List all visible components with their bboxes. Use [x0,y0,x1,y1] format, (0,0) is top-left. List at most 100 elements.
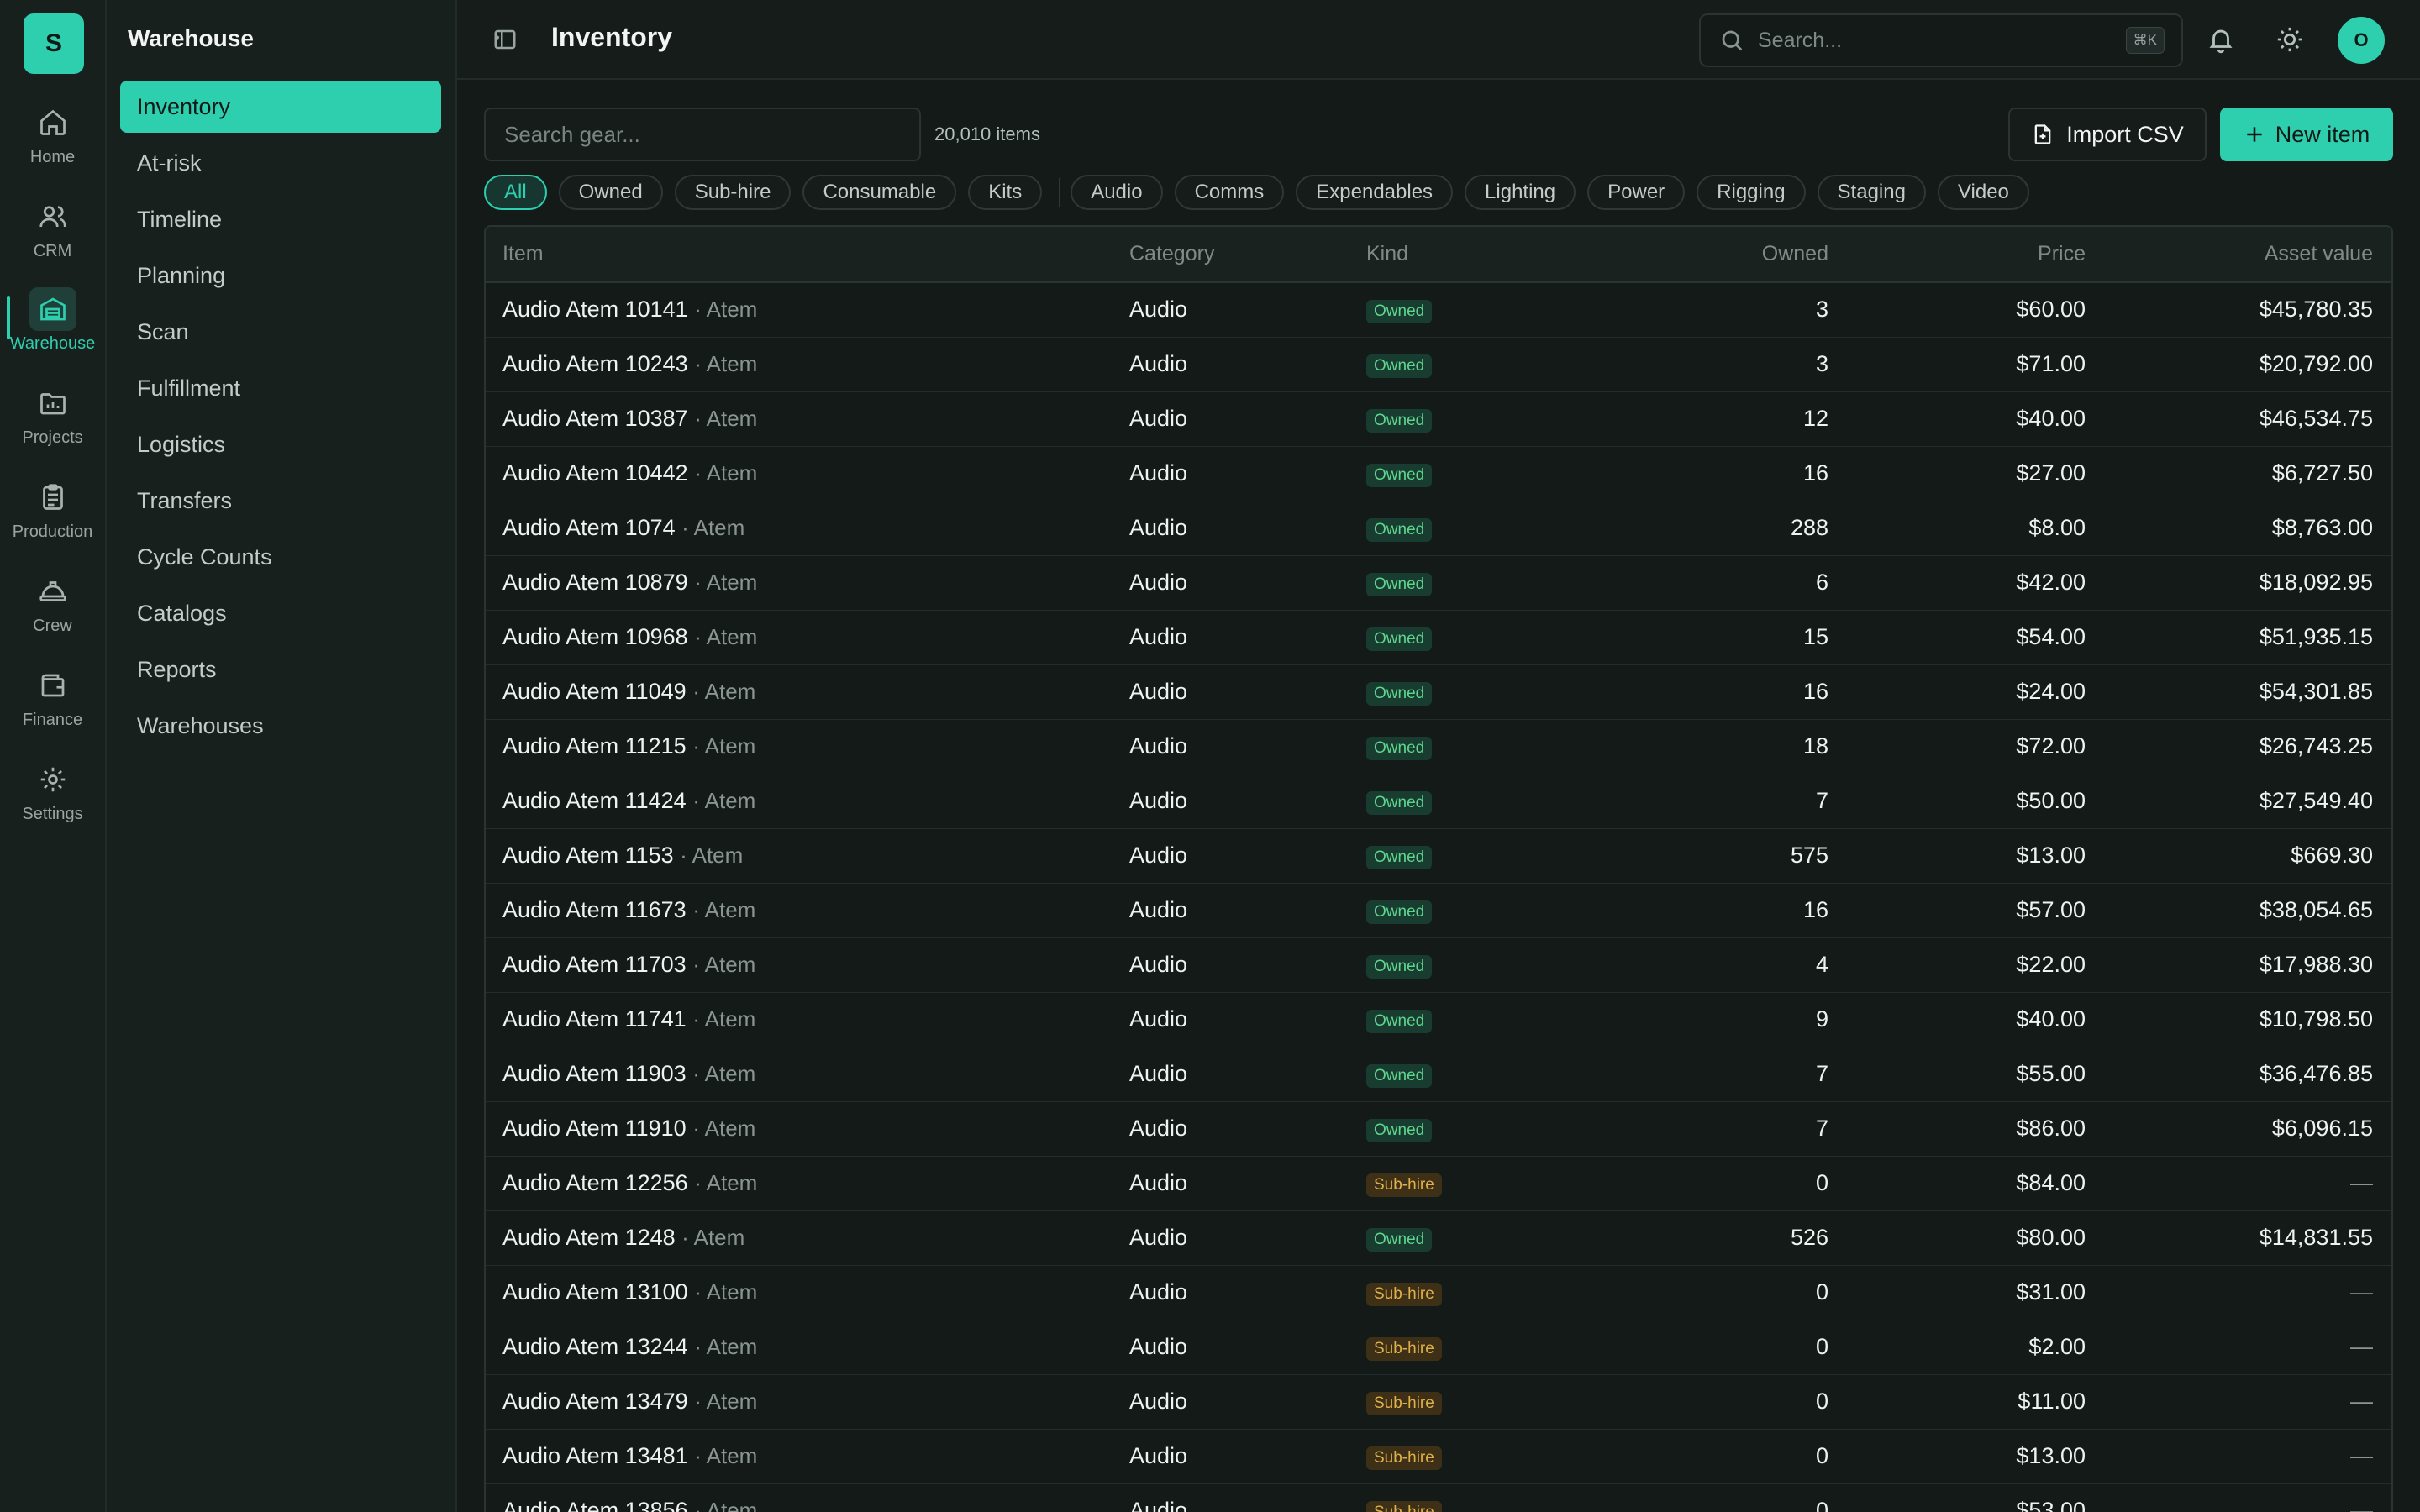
subnav-item-reports[interactable]: Reports [120,643,441,696]
table-row[interactable]: Audio Atem 10442 · Atem Audio Owned 16 $27.0… [486,446,2391,501]
chip-audio[interactable]: Audio [1071,175,1163,210]
kind-cell: Owned [1366,719,1543,774]
import-csv-button[interactable]: Import CSV [2008,108,2207,161]
table-row[interactable]: Audio Atem 10879 · Atem Audio Owned 6 $42.00… [486,555,2391,610]
table-row[interactable]: Audio Atem 12256 · Atem Audio Sub-hire 0 $84… [486,1156,2391,1210]
bell-icon[interactable] [2207,25,2235,54]
chip-kits[interactable]: Kits [968,175,1043,210]
rail-item-settings[interactable]: Settings [0,758,105,842]
item-cell: Audio Atem 11049 · Atem [486,664,1129,719]
table-row[interactable]: Audio Atem 11673 · Atem Audio Owned 16 $57.0… [486,883,2391,937]
table-row[interactable]: Audio Atem 10387 · Atem Audio Owned 12 $40.0… [486,391,2391,446]
chip-expendables[interactable]: Expendables [1296,175,1454,210]
kind-badge: Owned [1366,900,1433,924]
owned-cell: 7 [1815,1061,1828,1086]
rail-item-warehouse[interactable]: Warehouse [0,287,105,371]
price-cell: $40.00 [2016,406,2086,431]
table-row[interactable]: Audio Atem 13100 · Atem Audio Sub-hire 0 $31… [486,1265,2391,1320]
price-cell: $8.00 [2028,515,2086,540]
table-row[interactable]: Audio Atem 1074 · Atem Audio Owned 288 $8.00… [486,501,2391,555]
table-row[interactable]: Audio Atem 10243 · Atem Audio Owned 3 $71.00… [486,337,2391,391]
owned-cell: 0 [1815,1498,1828,1512]
table-row[interactable]: Audio Atem 1248 · Atem Audio Owned 526 $80.0… [486,1210,2391,1265]
gear-search-input[interactable] [484,108,921,161]
column-header-item[interactable]: Item [486,227,1129,283]
rail-item-production[interactable]: Production [0,475,105,559]
category-cell: Audio [1129,733,1188,759]
table-row[interactable]: Audio Atem 13856 · AtemAudioSub-hire0$53… [486,1483,2391,1512]
column-header-kind[interactable]: Kind [1366,227,1543,283]
chip-rigging[interactable]: Rigging [1697,175,1806,210]
theme-toggle-icon[interactable] [2275,25,2304,54]
kind-badge: Owned [1366,682,1433,706]
rail-item-label: Warehouse [9,334,96,353]
table-row[interactable]: Audio Atem 10141 · Atem Audio Owned 3 $60.00… [486,282,2391,337]
chip-video[interactable]: Video [1937,175,2029,210]
subnav-item-planning[interactable]: Planning [120,249,441,302]
subnav-item-scan[interactable]: Scan [120,306,441,358]
subnav-item-catalogs[interactable]: Catalogs [120,587,441,639]
column-header-asset-value[interactable]: Asset value [2086,227,2391,283]
wallet-icon [29,664,76,707]
table-row[interactable]: Audio Atem 1153 · Atem Audio Owned 575 $13.0… [486,828,2391,883]
table-row[interactable]: Audio Atem 13244 · Atem Audio Sub-hire 0 $2.… [486,1320,2391,1374]
item-brand: · Atem [680,843,744,868]
table-row[interactable]: Audio Atem 11903 · Atem Audio Owned 7 $55.00… [486,1047,2391,1101]
subnav-item-logistics[interactable]: Logistics [120,418,441,470]
chip-owned[interactable]: Owned [558,175,663,210]
rail-item-home[interactable]: Home [0,101,105,185]
home-icon [29,101,76,144]
rail-item-crew[interactable]: Crew [0,570,105,654]
kind-cell: Owned [1366,337,1543,391]
asset-value-cell: $45,780.35 [2259,297,2373,323]
table-row[interactable]: Audio Atem 11424 · Atem Audio Owned 7 $50.00… [486,774,2391,828]
subnav-item-at-risk[interactable]: At-risk [120,137,441,189]
warehouse-icon [29,287,76,331]
category-cell: Audio [1129,843,1188,868]
global-search-input[interactable]: Search... ⌘K [1699,13,2183,67]
subnav-item-fulfillment[interactable]: Fulfillment [120,362,441,414]
asset-value-cell: $51,935.15 [2259,624,2373,649]
item-brand: · Atem [681,515,745,540]
subnav-item-cycle-counts[interactable]: Cycle Counts [120,531,441,583]
rail-item-crm[interactable]: CRM [0,195,105,279]
subnav-item-transfers[interactable]: Transfers [120,475,441,527]
kind-cell: Owned [1366,446,1543,501]
chip-all[interactable]: All [484,175,547,210]
user-avatar[interactable]: O [2338,17,2385,64]
rail-item-finance[interactable]: Finance [0,664,105,748]
kind-badge: Owned [1366,354,1433,378]
column-header-category[interactable]: Category [1129,227,1366,283]
item-name: Audio Atem 10243 [502,351,688,376]
kind-badge: Sub-hire [1366,1173,1442,1197]
item-brand: · Atem [694,297,758,323]
kind-cell: Owned [1366,664,1543,719]
chip-lighting[interactable]: Lighting [1465,175,1576,210]
table-row[interactable]: Audio Atem 11910 · Atem Audio Owned 7 $86.00… [486,1101,2391,1156]
table-row[interactable]: Audio Atem 10968 · Atem Audio Owned 15 $54.0… [486,610,2391,664]
price-cell: $86.00 [2016,1116,2086,1141]
column-header-owned[interactable]: Owned [1543,227,1828,283]
item-brand: · Atem [694,1498,758,1512]
column-header-price[interactable]: Price [1828,227,2086,283]
chip-comms[interactable]: Comms [1174,175,1285,210]
chip-sub-hire[interactable]: Sub-hire [674,175,792,210]
item-name: Audio Atem 10968 [502,624,688,649]
subnav-item-warehouses[interactable]: Warehouses [120,700,441,752]
chip-consumable[interactable]: Consumable [802,175,957,210]
subnav-item-inventory[interactable]: Inventory [120,81,441,133]
chip-power[interactable]: Power [1587,175,1686,210]
table-row[interactable]: Audio Atem 11703 · Atem Audio Owned 4 $22.00… [486,937,2391,992]
table-row[interactable]: Audio Atem 11741 · Atem Audio Owned 9 $40.00… [486,992,2391,1047]
new-item-button[interactable]: New item [2220,108,2393,161]
table-row[interactable]: Audio Atem 11049 · Atem Audio Owned 16 $24.0… [486,664,2391,719]
sidebar-toggle-icon[interactable] [492,27,518,52]
item-brand: · Atem [694,570,758,595]
workspace-logo[interactable]: S [24,13,84,74]
subnav-item-timeline[interactable]: Timeline [120,193,441,245]
table-row[interactable]: Audio Atem 11215 · Atem Audio Owned 18 $72.0… [486,719,2391,774]
rail-item-projects[interactable]: Projects [0,381,105,465]
table-row[interactable]: Audio Atem 13481 · Atem Audio Sub-hire 0 $13… [486,1429,2391,1483]
table-row[interactable]: Audio Atem 13479 · Atem Audio Sub-hire 0 $11… [486,1374,2391,1429]
chip-staging[interactable]: Staging [1817,175,1926,210]
